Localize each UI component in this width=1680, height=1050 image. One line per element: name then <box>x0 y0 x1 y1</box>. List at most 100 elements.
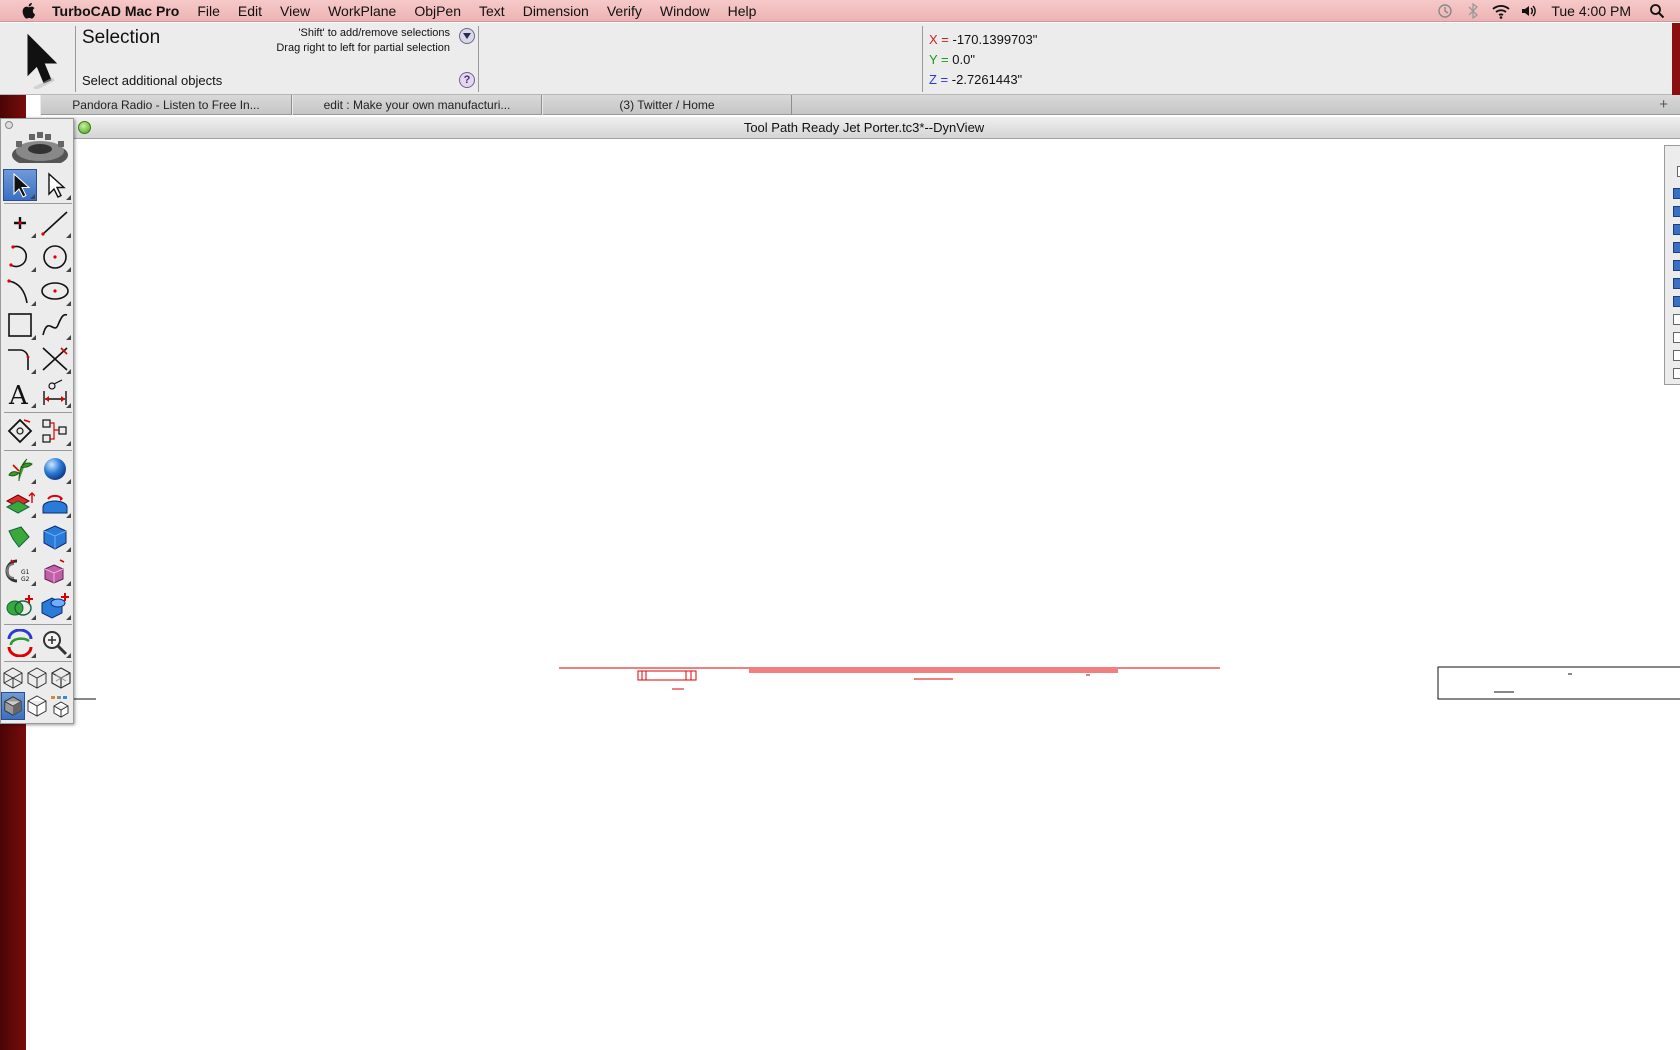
circle-tool-button[interactable] <box>38 241 72 273</box>
coord-x-readout[interactable]: X = -170.1399703" <box>929 32 1037 47</box>
rectangle-tool-button[interactable] <box>3 309 37 341</box>
coord-y-value: 0.0" <box>952 52 975 67</box>
layer-visibility-checkbox[interactable] <box>1673 260 1680 271</box>
coord-z-readout[interactable]: Z = -2.7261443" <box>929 72 1022 87</box>
tab-pandora[interactable]: Pandora Radio - Listen to Free In... <box>40 95 292 115</box>
layer-visibility-checkbox[interactable] <box>1673 278 1680 289</box>
menu-file[interactable]: File <box>188 0 229 22</box>
revolve-tool-button[interactable] <box>38 487 72 519</box>
new-tab-button[interactable]: + <box>1659 95 1668 114</box>
options-dropdown-button[interactable] <box>459 28 475 44</box>
menu-help[interactable]: Help <box>719 0 766 22</box>
group-tool-button[interactable] <box>38 415 72 447</box>
trim-tool-button[interactable] <box>38 343 72 375</box>
view-shaded-button[interactable] <box>1 692 25 720</box>
layer-visibility-checkbox[interactable] <box>1673 206 1680 217</box>
menu-app-name[interactable]: TurboCAD Mac Pro <box>52 0 188 22</box>
boolean-tool-button[interactable] <box>3 589 37 621</box>
fillet-tool-button[interactable] <box>3 343 37 375</box>
wifi-icon[interactable] <box>1490 0 1512 22</box>
loft-tool-button[interactable] <box>3 521 37 553</box>
add-solid-tool-button[interactable] <box>38 589 72 621</box>
desktop-edge <box>1672 23 1680 95</box>
apple-menu-icon[interactable] <box>20 2 38 20</box>
palette-separator <box>4 203 72 204</box>
document-titlebar[interactable]: Tool Path Ready Jet Porter.tc3*--DynView <box>26 117 1680 139</box>
chevron-down-icon <box>463 33 471 39</box>
text-tool-button[interactable]: A <box>3 377 37 409</box>
document-title: Tool Path Ready Jet Porter.tc3*--DynView <box>743 120 985 135</box>
gcode-tool-button[interactable]: G1 G2 <box>3 555 37 587</box>
outline-cube-icon <box>51 667 71 689</box>
palette-separator <box>4 624 72 625</box>
hint-drag: Drag right to left for partial selection <box>276 42 450 54</box>
rotate-view-tool-button[interactable] <box>3 627 37 659</box>
menu-edit[interactable]: Edit <box>229 0 271 22</box>
line-tool-button[interactable] <box>38 207 72 239</box>
view-options-button[interactable] <box>49 692 73 720</box>
layer-visibility-checkbox[interactable] <box>1673 224 1680 235</box>
palette-close-button[interactable] <box>5 121 13 129</box>
view-outline-button[interactable] <box>49 665 73 691</box>
edit-select-tool-button[interactable] <box>38 169 72 201</box>
info-separator <box>75 26 76 92</box>
tab-twitter[interactable]: (3) Twitter / Home <box>542 95 792 115</box>
svg-text:G1: G1 <box>21 569 30 576</box>
tool-path-drawing[interactable] <box>559 667 1220 690</box>
coord-y-readout[interactable]: Y = 0.0" <box>929 52 975 67</box>
extrude-tool-button[interactable] <box>3 487 37 519</box>
svg-text:G2: G2 <box>21 576 30 583</box>
tool-palette: A G1 G2 <box>0 118 74 724</box>
zoom-tool-button[interactable] <box>38 627 72 659</box>
material-tool-button[interactable] <box>38 555 72 587</box>
info-separator <box>478 26 479 92</box>
transform-tool-button[interactable] <box>3 415 37 447</box>
view-wireframe-button[interactable] <box>1 665 25 691</box>
coord-y-label: Y = <box>929 52 949 67</box>
spline-tool-button[interactable] <box>38 309 72 341</box>
layer-visibility-checkbox[interactable] <box>1673 368 1680 379</box>
ellipse-tool-button[interactable] <box>38 275 72 307</box>
point-tool-button[interactable] <box>3 207 37 239</box>
layer-visibility-checkbox[interactable] <box>1673 242 1680 253</box>
tab-edit[interactable]: edit : Make your own manufacturi... <box>292 95 542 115</box>
menu-verify[interactable]: Verify <box>598 0 651 22</box>
coord-x-value: -170.1399703" <box>952 32 1038 47</box>
menu-clock[interactable]: Tue 4:00 PM <box>1543 3 1643 19</box>
menu-objpen[interactable]: ObjPen <box>405 0 470 22</box>
view-hidden-line-button[interactable] <box>25 665 49 691</box>
time-machine-icon[interactable] <box>1434 0 1456 22</box>
menu-workplane[interactable]: WorkPlane <box>319 0 405 22</box>
view-render-button[interactable] <box>25 692 49 720</box>
volume-icon[interactable] <box>1518 0 1540 22</box>
layer-visibility-checkbox[interactable] <box>1673 350 1680 361</box>
gear-icon[interactable] <box>11 129 69 167</box>
info-separator <box>922 26 923 92</box>
3d-navigate-tool-button[interactable] <box>3 453 37 485</box>
palette-separator <box>4 661 72 662</box>
help-button[interactable]: ? <box>459 72 475 88</box>
dimension-tool-button[interactable] <box>38 377 72 409</box>
tool-prompt: Select additional objects <box>82 73 223 88</box>
arc-tool-button[interactable] <box>3 241 37 273</box>
menu-dimension[interactable]: Dimension <box>514 0 598 22</box>
curve-tool-button[interactable] <box>3 275 37 307</box>
select-tool-button[interactable] <box>3 169 37 201</box>
toolpath-rect[interactable] <box>637 670 697 681</box>
layer-visibility-checkbox[interactable] <box>1673 188 1680 199</box>
menu-window[interactable]: Window <box>651 0 719 22</box>
layer-visibility-checkbox[interactable] <box>1673 296 1680 307</box>
render-cube-icon <box>27 695 47 717</box>
bluetooth-icon[interactable] <box>1462 0 1484 22</box>
spotlight-icon[interactable] <box>1646 0 1668 22</box>
svg-text:A: A <box>8 381 29 407</box>
box-tool-button[interactable] <box>38 521 72 553</box>
sphere-tool-button[interactable] <box>38 453 72 485</box>
drawing-canvas[interactable] <box>26 140 1680 1050</box>
menu-text[interactable]: Text <box>470 0 514 22</box>
stock-outline[interactable] <box>1437 666 1680 700</box>
layer-visibility-checkbox[interactable] <box>1673 332 1680 343</box>
layer-visibility-checkbox[interactable] <box>1673 314 1680 325</box>
menu-view[interactable]: View <box>271 0 319 22</box>
wireframe-cube-icon <box>3 667 23 689</box>
